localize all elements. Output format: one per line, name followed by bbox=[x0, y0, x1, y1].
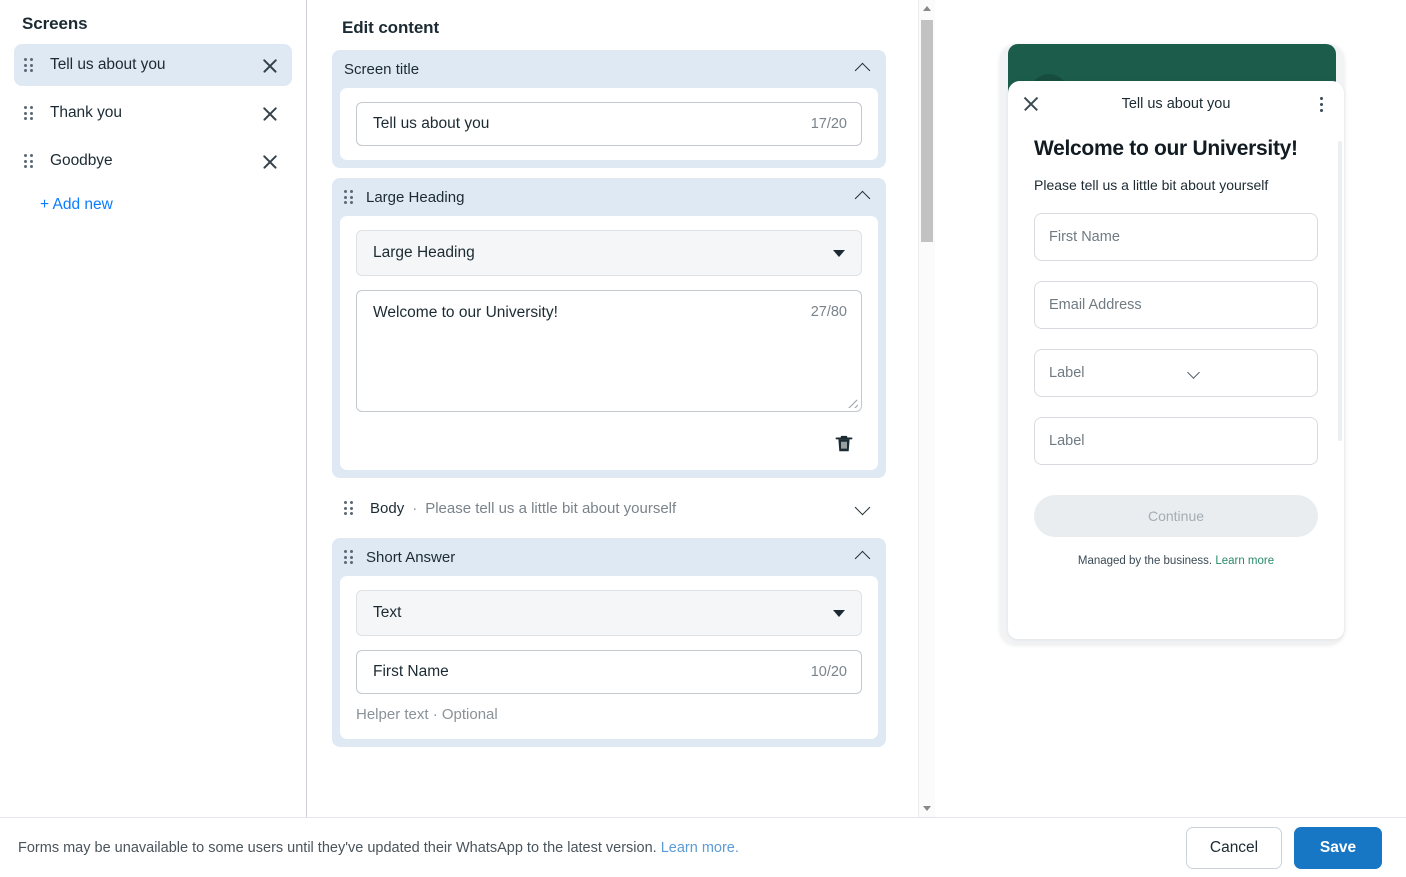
preview-panel: Tell us about you Welcome to our Univers… bbox=[936, 0, 1406, 817]
answer-type-select[interactable]: Text bbox=[356, 590, 862, 636]
add-new-screen-button[interactable]: + Add new bbox=[14, 188, 292, 214]
preview-field-label: First Name bbox=[1049, 229, 1120, 245]
editor-scrollbar[interactable] bbox=[918, 0, 935, 817]
preview-field-email-address[interactable]: Email Address bbox=[1034, 281, 1318, 329]
screen-item-label: Thank you bbox=[50, 104, 122, 121]
heading-text-textarea[interactable]: Welcome to our University! 27/80 bbox=[356, 290, 862, 412]
form-editor-window: Screens Tell us about you Thank you Good… bbox=[0, 0, 1406, 877]
preview-scrollbar[interactable] bbox=[1338, 141, 1342, 441]
footer-notice-text: Forms may be unavailable to some users u… bbox=[18, 839, 657, 856]
card-header-separator: · bbox=[412, 499, 418, 517]
more-vertical-icon[interactable] bbox=[1312, 95, 1330, 113]
chevron-down-icon[interactable] bbox=[854, 499, 872, 517]
footer-notice: Forms may be unavailable to some users u… bbox=[18, 840, 1186, 856]
card-large-heading: Large Heading Large Heading Welcome to o… bbox=[332, 178, 886, 478]
short-answer-label-input[interactable]: First Name 10/20 bbox=[356, 650, 862, 694]
drag-handle-icon[interactable] bbox=[24, 57, 36, 73]
flow-sheet-title: Tell us about you bbox=[1121, 96, 1231, 112]
footer-learn-more-link[interactable]: Learn more. bbox=[661, 840, 739, 856]
preview-heading: Welcome to our University! bbox=[1034, 137, 1298, 160]
screens-sidebar: Screens Tell us about you Thank you Good… bbox=[0, 0, 307, 817]
chevron-up-icon[interactable] bbox=[854, 188, 872, 206]
flow-sheet-body: Welcome to our University! Please tell u… bbox=[1008, 127, 1344, 567]
managed-learn-more-link[interactable]: Learn more bbox=[1215, 555, 1274, 567]
card-short-answer: Short Answer Text First Name 10/20 Helpe… bbox=[332, 538, 886, 747]
answer-type-value: Text bbox=[373, 604, 402, 621]
edit-content-scroll-content: Edit content Screen title Tell us about … bbox=[308, 0, 913, 817]
preview-field-label[interactable]: Label bbox=[1034, 417, 1318, 465]
drag-handle-icon[interactable] bbox=[24, 105, 36, 121]
heading-text-value: Welcome to our University! bbox=[373, 304, 558, 321]
heading-text-counter: 27/80 bbox=[810, 304, 847, 320]
card-screen-title: Screen title Tell us about you 17/20 bbox=[332, 50, 886, 168]
preview-body-text: Please tell us a little bit about yourse… bbox=[1034, 177, 1269, 193]
heading-type-select[interactable]: Large Heading bbox=[356, 230, 862, 276]
remove-screen-icon[interactable] bbox=[260, 55, 280, 75]
phone-mockup: Tell us about you Welcome to our Univers… bbox=[1000, 44, 1344, 644]
card-large-heading-body: Large Heading Welcome to our University!… bbox=[340, 216, 878, 470]
card-short-answer-body: Text First Name 10/20 Helper text · Opti… bbox=[340, 576, 878, 739]
screen-item-label: Goodbye bbox=[50, 152, 113, 169]
sidebar-title: Screens bbox=[22, 14, 88, 33]
helper-text-label[interactable]: Helper text · Optional bbox=[356, 706, 862, 723]
screen-list-item-tell-us-about-you[interactable]: Tell us about you bbox=[14, 44, 292, 86]
screen-title-counter: 17/20 bbox=[810, 116, 847, 132]
short-answer-label-counter: 10/20 bbox=[810, 664, 847, 680]
short-answer-label-value: First Name bbox=[373, 663, 449, 680]
edit-content-panel: Edit content Screen title Tell us about … bbox=[308, 0, 935, 817]
flow-sheet: Tell us about you Welcome to our Univers… bbox=[1008, 81, 1344, 639]
managed-text: Managed by the business. bbox=[1077, 555, 1213, 567]
remove-screen-icon[interactable] bbox=[260, 151, 280, 171]
footer-bar: Forms may be unavailable to some users u… bbox=[0, 817, 1406, 877]
preview-field-label: Label bbox=[1049, 433, 1085, 449]
editor-scrollbar-thumb[interactable] bbox=[921, 20, 933, 242]
chevron-up-icon[interactable] bbox=[854, 60, 872, 78]
page-title: Edit content bbox=[342, 18, 440, 37]
preview-field-first-name[interactable]: First Name bbox=[1034, 213, 1318, 261]
card-header-preview-text: Please tell us a little bit about yourse… bbox=[425, 499, 677, 517]
screen-list-item-thank-you[interactable]: Thank you bbox=[14, 92, 292, 134]
card-header-label: Short Answer bbox=[366, 548, 456, 566]
card-screen-title-header[interactable]: Screen title bbox=[332, 50, 886, 88]
card-header-label: Large Heading bbox=[366, 188, 465, 206]
drag-handle-icon[interactable] bbox=[344, 549, 356, 565]
scroll-down-arrow-icon[interactable] bbox=[919, 800, 935, 817]
scroll-up-arrow-icon[interactable] bbox=[919, 0, 935, 17]
chevron-down-icon[interactable] bbox=[833, 609, 845, 617]
card-header-label: Screen title bbox=[344, 60, 420, 78]
save-button[interactable]: Save bbox=[1294, 826, 1382, 869]
drag-handle-icon[interactable] bbox=[344, 189, 356, 205]
card-screen-title-body: Tell us about you 17/20 bbox=[340, 88, 878, 160]
screen-item-label: Tell us about you bbox=[50, 56, 166, 73]
heading-type-value: Large Heading bbox=[373, 244, 475, 261]
screen-list-item-goodbye[interactable]: Goodbye bbox=[14, 140, 292, 182]
flow-sheet-toolbar: Tell us about you bbox=[1008, 81, 1344, 127]
screen-list: Tell us about you Thank you Goodbye + Ad… bbox=[0, 44, 306, 214]
trash-icon[interactable] bbox=[832, 432, 856, 456]
card-large-heading-header[interactable]: Large Heading bbox=[332, 178, 886, 216]
resize-grip-icon[interactable] bbox=[847, 397, 858, 408]
drag-handle-icon[interactable] bbox=[344, 500, 356, 516]
card-actions-row bbox=[356, 412, 862, 456]
screen-title-input[interactable]: Tell us about you 17/20 bbox=[356, 102, 862, 146]
drag-handle-icon[interactable] bbox=[24, 153, 36, 169]
chevron-down-icon[interactable] bbox=[1187, 366, 1303, 380]
preview-field-dropdown-label[interactable]: Label bbox=[1034, 349, 1318, 397]
preview-field-label: Label bbox=[1049, 365, 1085, 381]
chevron-down-icon[interactable] bbox=[833, 249, 845, 257]
remove-screen-icon[interactable] bbox=[260, 103, 280, 123]
card-body-collapsed[interactable]: Body · Please tell us a little bit about… bbox=[332, 488, 886, 528]
preview-field-label: Email Address bbox=[1049, 297, 1142, 313]
chevron-up-icon[interactable] bbox=[854, 548, 872, 566]
close-icon[interactable] bbox=[1022, 95, 1040, 113]
screen-title-value: Tell us about you bbox=[373, 115, 490, 132]
card-short-answer-header[interactable]: Short Answer bbox=[332, 538, 886, 576]
preview-continue-button[interactable]: Continue bbox=[1034, 495, 1318, 537]
preview-managed-notice: Managed by the business. Learn more bbox=[1034, 555, 1318, 567]
card-header-label: Body bbox=[370, 499, 405, 517]
cancel-button[interactable]: Cancel bbox=[1186, 826, 1282, 869]
